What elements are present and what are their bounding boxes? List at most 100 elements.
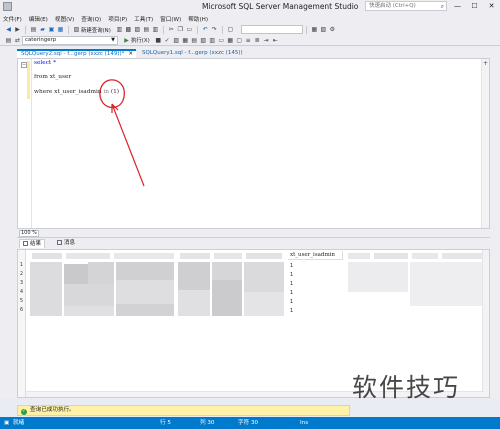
blurred-cell: [114, 253, 174, 259]
grid-cell[interactable]: 1: [290, 299, 293, 305]
grid-cell[interactable]: 1: [290, 308, 293, 314]
maximize-button[interactable]: ☐: [466, 0, 483, 13]
blurred-cell: [348, 253, 370, 259]
menu-query[interactable]: 查询(Q): [81, 15, 101, 23]
minimize-button[interactable]: —: [449, 0, 466, 13]
dax-icon[interactable]: ▥: [151, 26, 160, 33]
grid-cell[interactable]: 1: [290, 272, 293, 278]
toolbar-separator: [221, 25, 223, 34]
stats-icon[interactable]: ▥: [208, 37, 217, 44]
close-icon[interactable]: ✕: [128, 51, 133, 58]
column-header-xt-user-isadmin[interactable]: xt_user_isadmin: [288, 251, 343, 260]
grid-cell[interactable]: 1: [290, 281, 293, 287]
menu-tools[interactable]: 工具(T): [134, 15, 153, 23]
toolbar-separator: [305, 25, 307, 34]
row-number: 3: [20, 281, 24, 286]
grid-cell[interactable]: 1: [290, 263, 293, 269]
plan-icon[interactable]: ▨: [172, 37, 181, 44]
code-line-1: select *: [34, 60, 56, 66]
tab-sqlquery2[interactable]: SQLQuery2.sql - f...gerp (xxzc (149))* ✕: [17, 49, 136, 58]
connect-icon[interactable]: ⇄: [13, 37, 22, 44]
status-line: 行 5: [160, 420, 171, 426]
new-file-icon[interactable]: ▤: [29, 26, 38, 33]
intellisense-icon[interactable]: ▤: [190, 37, 199, 44]
copy-icon[interactable]: ❐: [176, 26, 185, 33]
redo-icon[interactable]: ↷: [210, 26, 219, 33]
blurred-cell: [116, 304, 174, 316]
outdent-icon[interactable]: ⇤: [271, 37, 280, 44]
new-query-button[interactable]: 新建查询(N): [81, 26, 111, 34]
blurred-cell: [442, 253, 482, 259]
message-icon: [57, 240, 62, 245]
blurred-cell: [244, 262, 284, 292]
back-icon[interactable]: ◀: [4, 26, 13, 33]
menu-edit[interactable]: 编辑(E): [29, 15, 48, 23]
execute-button[interactable]: 执行(X): [131, 36, 150, 44]
sql-editor-toolbar: ▤ ⇄ cateringerp ▼ ▶ 执行(X) ■ ✓ ▨ ▦ ▤ ▧ ▥ …: [0, 35, 500, 46]
blurred-cell: [178, 262, 210, 290]
tab-sqlquery1[interactable]: SQLQuery1.sql - f...gerp (xxzc (145)): [138, 49, 262, 58]
comment-icon[interactable]: ≡: [244, 37, 253, 44]
parse-icon[interactable]: ✓: [163, 37, 172, 44]
undo-icon[interactable]: ↶: [201, 26, 210, 33]
paste-icon[interactable]: ▭: [185, 26, 194, 33]
quick-launch-input[interactable]: 快速启动 (Ctrl+Q) ⌕: [365, 1, 447, 11]
menu-window[interactable]: 窗口(W): [160, 15, 181, 23]
database-select[interactable]: cateringerp ▼: [22, 35, 118, 45]
close-button[interactable]: ✕: [483, 0, 500, 13]
dmx-icon[interactable]: ▨: [133, 26, 142, 33]
sql-in-value: (1): [109, 89, 120, 95]
blurred-cell: [88, 262, 114, 284]
blurred-cell: [246, 253, 282, 259]
new-query-icon[interactable]: ▧: [72, 26, 81, 33]
results-vertical-scrollbar[interactable]: [482, 250, 489, 397]
menu-project[interactable]: 项目(P): [108, 15, 127, 23]
zoom-select[interactable]: 100 %: [19, 230, 39, 237]
chevron-down-icon: ▼: [111, 36, 115, 43]
results-file-icon[interactable]: ▢: [235, 37, 244, 44]
cut-icon[interactable]: ✂: [167, 26, 176, 33]
results-grid-icon[interactable]: ▦: [226, 37, 235, 44]
object-explorer-icon[interactable]: ▤: [4, 37, 13, 44]
grid-icon: [23, 241, 28, 246]
find-combo[interactable]: [240, 25, 303, 34]
status-insert: Ins: [300, 420, 309, 426]
open-folder-icon[interactable]: ▰: [38, 26, 47, 33]
tab-results[interactable]: 结果: [19, 239, 46, 248]
toolbar-separator: [162, 25, 164, 34]
menu-file[interactable]: 文件(F): [3, 15, 22, 23]
results-text-icon[interactable]: ▭: [217, 37, 226, 44]
row-number: 4: [20, 290, 24, 295]
execute-icon[interactable]: ▶: [122, 37, 131, 44]
menu-help[interactable]: 帮助(H): [188, 15, 208, 23]
toolbox-icon[interactable]: ▧: [319, 26, 328, 33]
database-query-icon[interactable]: ▥: [115, 26, 124, 33]
save-icon[interactable]: ▣: [47, 26, 56, 33]
blurred-cell: [116, 280, 174, 304]
query-status-text: 查询已成功执行。: [30, 407, 75, 413]
forward-icon[interactable]: ▶: [13, 26, 22, 33]
stop-icon[interactable]: ■: [154, 37, 163, 44]
split-icon[interactable]: +: [483, 60, 488, 67]
solution-icon[interactable]: ▢: [226, 26, 235, 33]
xmla-icon[interactable]: ▤: [142, 26, 151, 33]
grid-cell[interactable]: 1: [290, 290, 293, 296]
blurred-cell: [180, 253, 210, 259]
save-all-icon[interactable]: ▦: [56, 26, 65, 33]
indent-icon[interactable]: ⇥: [262, 37, 271, 44]
actual-plan-icon[interactable]: ▧: [199, 37, 208, 44]
right-dock-strip: [490, 58, 500, 398]
settings-icon[interactable]: ⚙: [328, 26, 337, 33]
uncomment-icon[interactable]: ≣: [253, 37, 262, 44]
tab-messages[interactable]: 消息: [54, 239, 78, 248]
properties-icon[interactable]: ▦: [310, 26, 319, 33]
query-options-icon[interactable]: ▦: [181, 37, 190, 44]
window-controls: — ☐ ✕: [449, 0, 500, 13]
menu-view[interactable]: 视图(V): [55, 15, 74, 23]
sql-editor[interactable]: − select * from xt_user where xt_user_is…: [17, 58, 490, 229]
row-number: 2: [20, 272, 24, 277]
search-icon: ⌕: [440, 3, 444, 10]
editor-scrollbar[interactable]: +: [481, 59, 489, 228]
status-column: 列 30: [200, 420, 215, 426]
mdx-icon[interactable]: ▩: [124, 26, 133, 33]
